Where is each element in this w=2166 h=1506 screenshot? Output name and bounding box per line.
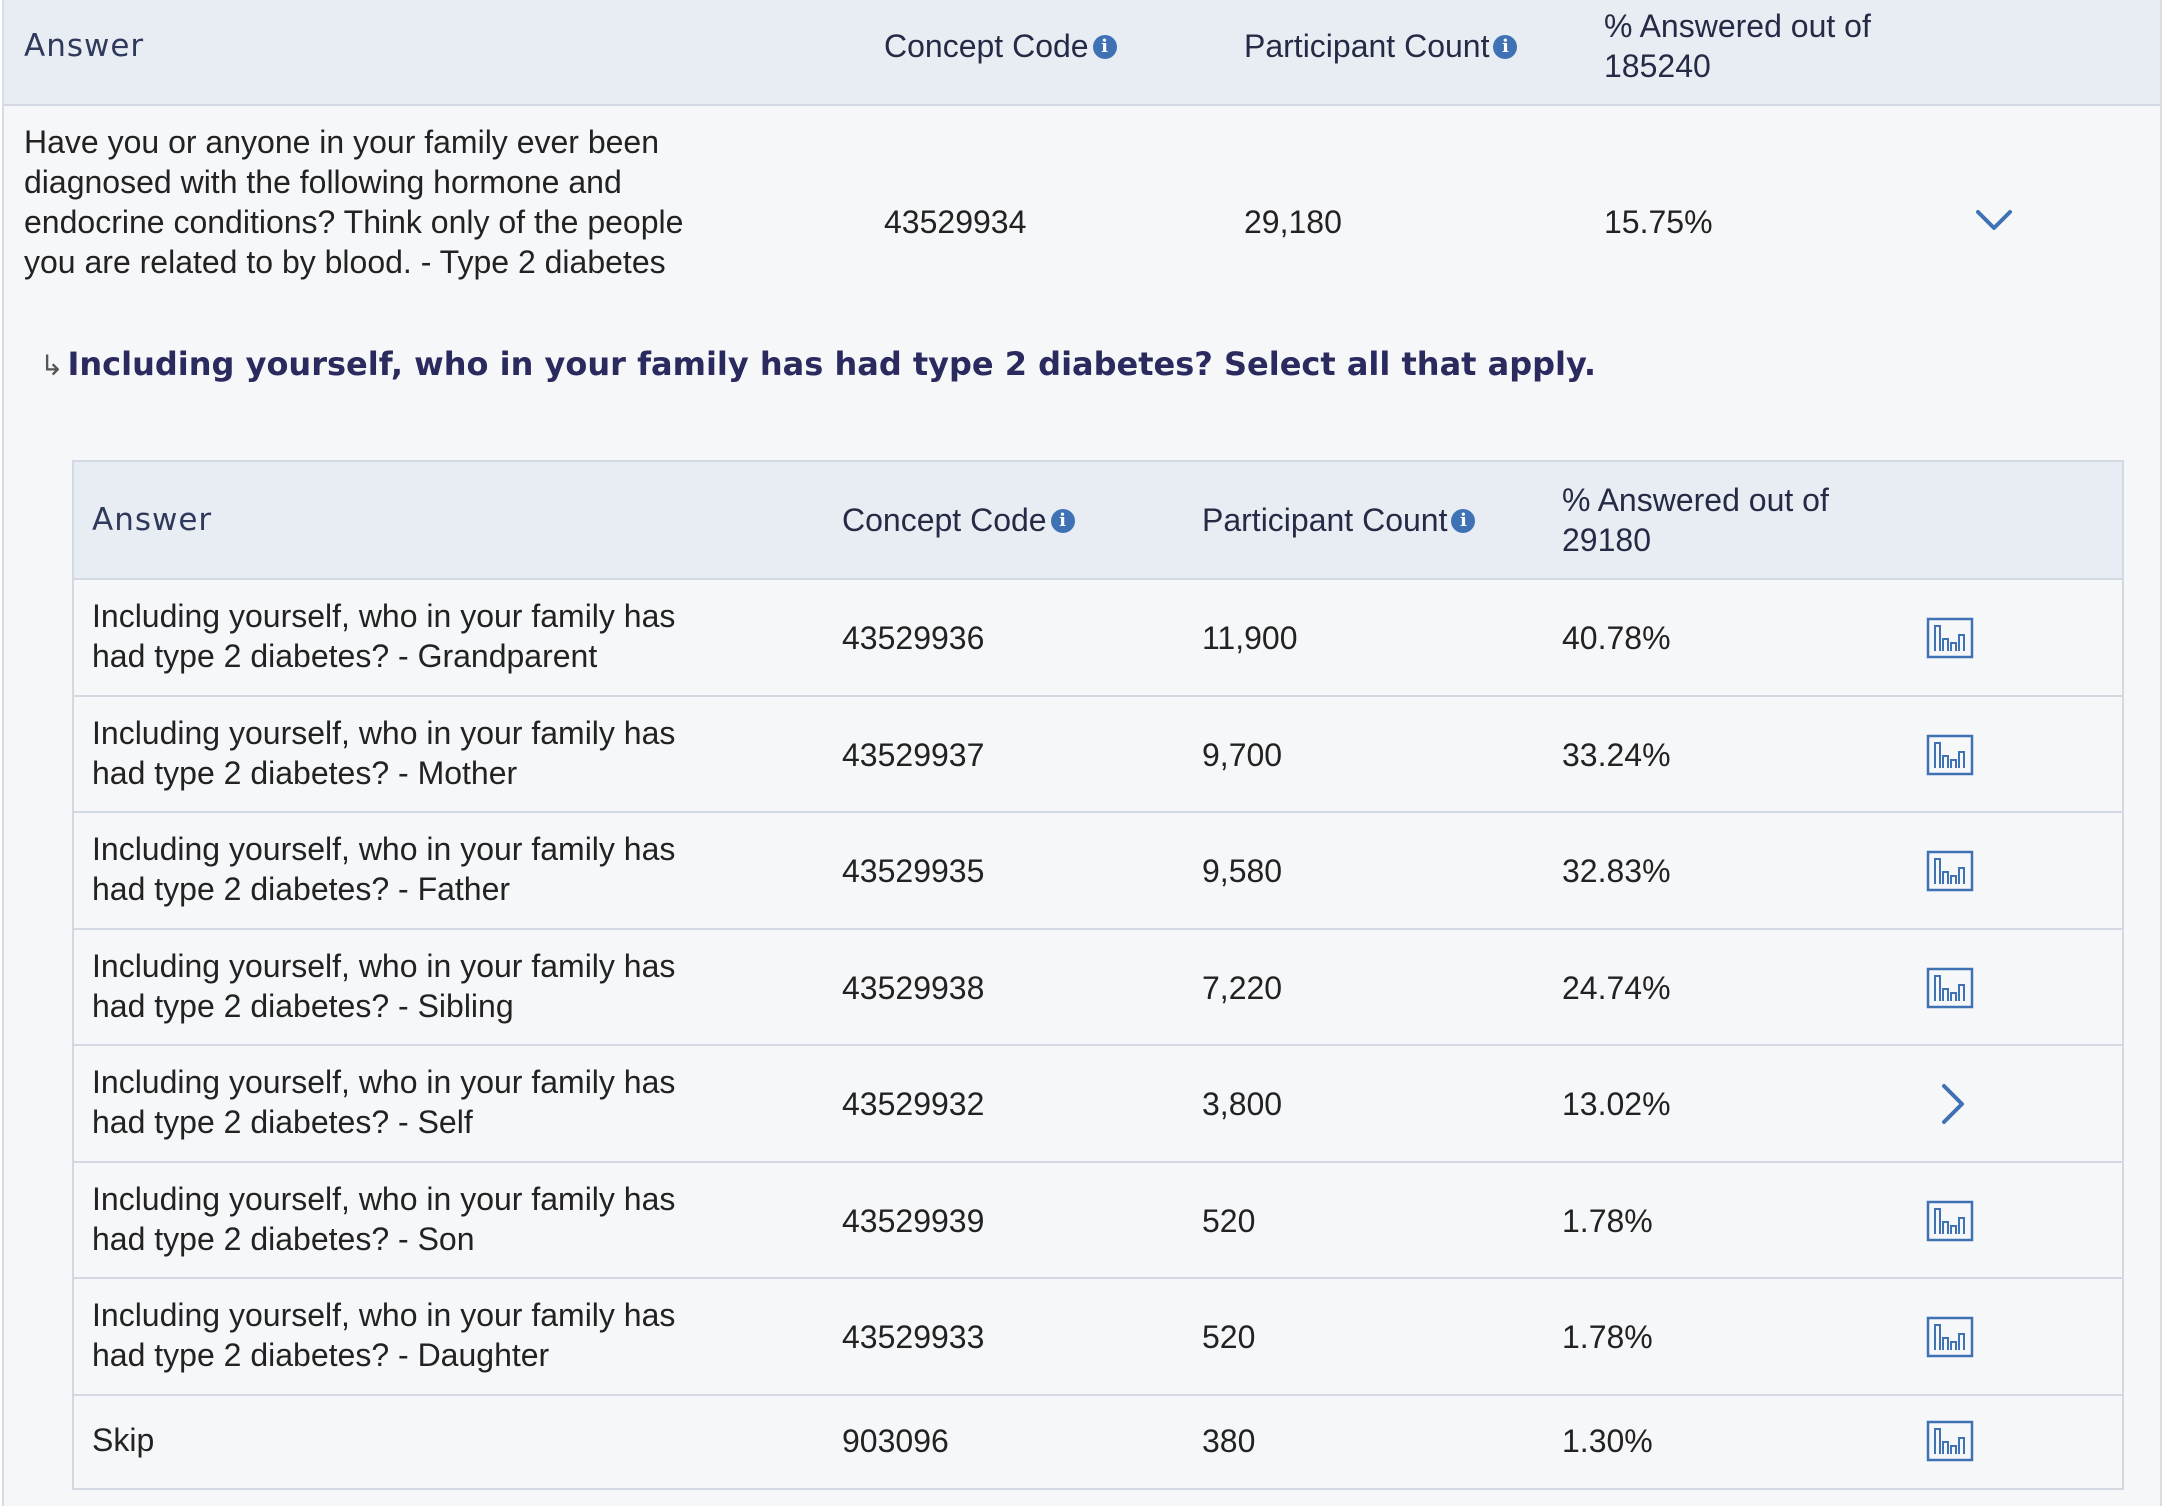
answer-line: Including yourself, who in your family h… xyxy=(92,1064,676,1100)
answer-line: had type 2 diabetes? - Father xyxy=(92,871,511,907)
percent-answered: 24.74% xyxy=(1562,969,1671,1006)
answer-line: had type 2 diabetes? - Son xyxy=(92,1220,475,1257)
info-icon[interactable]: i xyxy=(1092,34,1117,59)
concept-code: 43529938 xyxy=(842,969,985,1006)
answer-text: Including yourself, who in your family h… xyxy=(92,946,792,1026)
answer-line: Skip xyxy=(92,1421,155,1458)
info-icon[interactable]: i xyxy=(1493,34,1518,59)
answer-line: Including yourself, who in your family h… xyxy=(92,831,676,867)
chevron-down-icon[interactable] xyxy=(1974,200,2014,240)
table-row: Including yourself, who in your family h… xyxy=(74,697,2122,813)
chart-icon[interactable] xyxy=(1926,617,1974,659)
table-row: Including yourself, who in your family h… xyxy=(74,1046,2122,1163)
col-percent-header: % Answered out of 29180 xyxy=(1562,480,1829,560)
concept-code: 43529939 xyxy=(842,1202,985,1239)
percent-answered: 13.02% xyxy=(1562,1086,1671,1123)
col-percent-label: % Answered out of xyxy=(1562,482,1829,518)
answer-text: Skip xyxy=(92,1420,792,1460)
participant-count: 9,700 xyxy=(1202,736,1283,773)
answer-line: Including yourself, who in your family h… xyxy=(92,714,676,751)
answer-text: Including yourself, who in your family h… xyxy=(92,829,792,909)
question-participant-count: 29,180 xyxy=(1244,204,1342,240)
answer-line: had type 2 diabetes? - Mother xyxy=(92,754,518,791)
answer-line: had type 2 diabetes? - Self xyxy=(92,1104,473,1140)
answer-line: had type 2 diabetes? - Daughter xyxy=(92,1337,550,1373)
col-percent-label: % Answered out of xyxy=(1604,8,1871,44)
col-answer-header: Answer xyxy=(24,28,145,64)
answer-line: Including yourself, who in your family h… xyxy=(92,947,676,984)
chart-icon[interactable] xyxy=(1926,734,1974,776)
col-percent-header: % Answered out of 185240 xyxy=(1604,6,1871,86)
percent-answered: 1.78% xyxy=(1562,1319,1653,1356)
concept-code: 903096 xyxy=(842,1422,949,1459)
col-percent-total: 185240 xyxy=(1604,48,1711,84)
answer-line: Including yourself, who in your family h… xyxy=(92,1297,676,1333)
question-percent: 15.75% xyxy=(1604,204,1713,240)
answer-line: had type 2 diabetes? - Grandparent xyxy=(92,638,598,674)
percent-answered: 1.78% xyxy=(1562,1202,1653,1239)
col-participant-count-label: Participant Count xyxy=(1244,28,1490,64)
answer-text: Including yourself, who in your family h… xyxy=(92,713,792,793)
col-concept-code-header: Concept Code i xyxy=(884,26,1117,66)
col-concept-code-header: Concept Code i xyxy=(842,500,1075,540)
participant-count: 380 xyxy=(1202,1422,1256,1459)
participant-count: 520 xyxy=(1202,1319,1256,1356)
chart-icon[interactable] xyxy=(1926,850,1974,892)
col-participant-count-header: Participant Count i xyxy=(1202,500,1476,540)
chart-icon[interactable] xyxy=(1926,1200,1974,1242)
sub-question-arrow-icon: ↳ xyxy=(40,349,64,382)
col-concept-code-label: Concept Code xyxy=(884,28,1089,64)
col-participant-count-header: Participant Count i xyxy=(1244,26,1518,66)
chevron-right-icon[interactable] xyxy=(1934,1082,1970,1126)
concept-code: 43529936 xyxy=(842,620,985,657)
info-icon[interactable]: i xyxy=(1451,508,1476,533)
sub-question-text: Including yourself, who in your family h… xyxy=(67,345,1597,383)
chart-icon[interactable] xyxy=(1926,1316,1974,1358)
info-icon[interactable]: i xyxy=(1050,508,1075,533)
answer-text: Including yourself, who in your family h… xyxy=(92,1295,792,1375)
percent-answered: 32.83% xyxy=(1562,853,1671,890)
percent-answered: 33.24% xyxy=(1562,736,1671,773)
chart-icon[interactable] xyxy=(1926,967,1974,1009)
answer-line: had type 2 diabetes? - Sibling xyxy=(92,987,514,1024)
col-percent-total: 29180 xyxy=(1562,522,1651,558)
answer-line: Including yourself, who in your family h… xyxy=(92,598,676,634)
concept-code: 43529932 xyxy=(842,1086,985,1123)
answer-text: Including yourself, who in your family h… xyxy=(92,1062,792,1142)
outer-table-header: Answer Concept Code i Participant Count i … xyxy=(4,0,2160,106)
col-participant-count-label: Participant Count xyxy=(1202,502,1448,538)
answer-line: Including yourself, who in your family h… xyxy=(92,1180,676,1217)
table-row: Including yourself, who in your family h… xyxy=(74,1279,2122,1396)
participant-count: 7,220 xyxy=(1202,969,1283,1006)
table-row: Skip 903096 380 1.30% xyxy=(74,1396,2122,1486)
participant-count: 520 xyxy=(1202,1202,1256,1239)
table-row: Including yourself, who in your family h… xyxy=(74,813,2122,930)
answer-text: Including yourself, who in your family h… xyxy=(92,1179,792,1259)
inner-table-header: Answer Concept Code i Participant Count i … xyxy=(74,462,2122,580)
participant-count: 11,900 xyxy=(1202,620,1298,657)
col-answer-header: Answer xyxy=(92,502,213,538)
concept-code: 43529933 xyxy=(842,1319,985,1356)
concept-code: 43529937 xyxy=(842,736,985,773)
concept-code: 43529935 xyxy=(842,853,985,890)
participant-count: 3,800 xyxy=(1202,1086,1283,1123)
table-row: Including yourself, who in your family h… xyxy=(74,1163,2122,1279)
col-concept-code-label: Concept Code xyxy=(842,502,1047,538)
sub-answers-table: Answer Concept Code i Participant Count i … xyxy=(72,460,2124,1490)
answer-text: Including yourself, who in your family h… xyxy=(92,596,792,676)
table-row: Including yourself, who in your family h… xyxy=(74,580,2122,697)
participant-count: 9,580 xyxy=(1202,853,1283,890)
table-row: Including yourself, who in your family h… xyxy=(74,930,2122,1046)
chart-icon[interactable] xyxy=(1926,1420,1974,1462)
results-panel: Answer Concept Code i Participant Count i … xyxy=(2,0,2162,1506)
percent-answered: 1.30% xyxy=(1562,1422,1653,1459)
percent-answered: 40.78% xyxy=(1562,620,1671,657)
question-concept-code: 43529934 xyxy=(884,204,1027,240)
sub-question-title: ↳ Including yourself, who in your family … xyxy=(40,344,1596,386)
question-text: Have you or anyone in your family ever b… xyxy=(24,124,684,280)
